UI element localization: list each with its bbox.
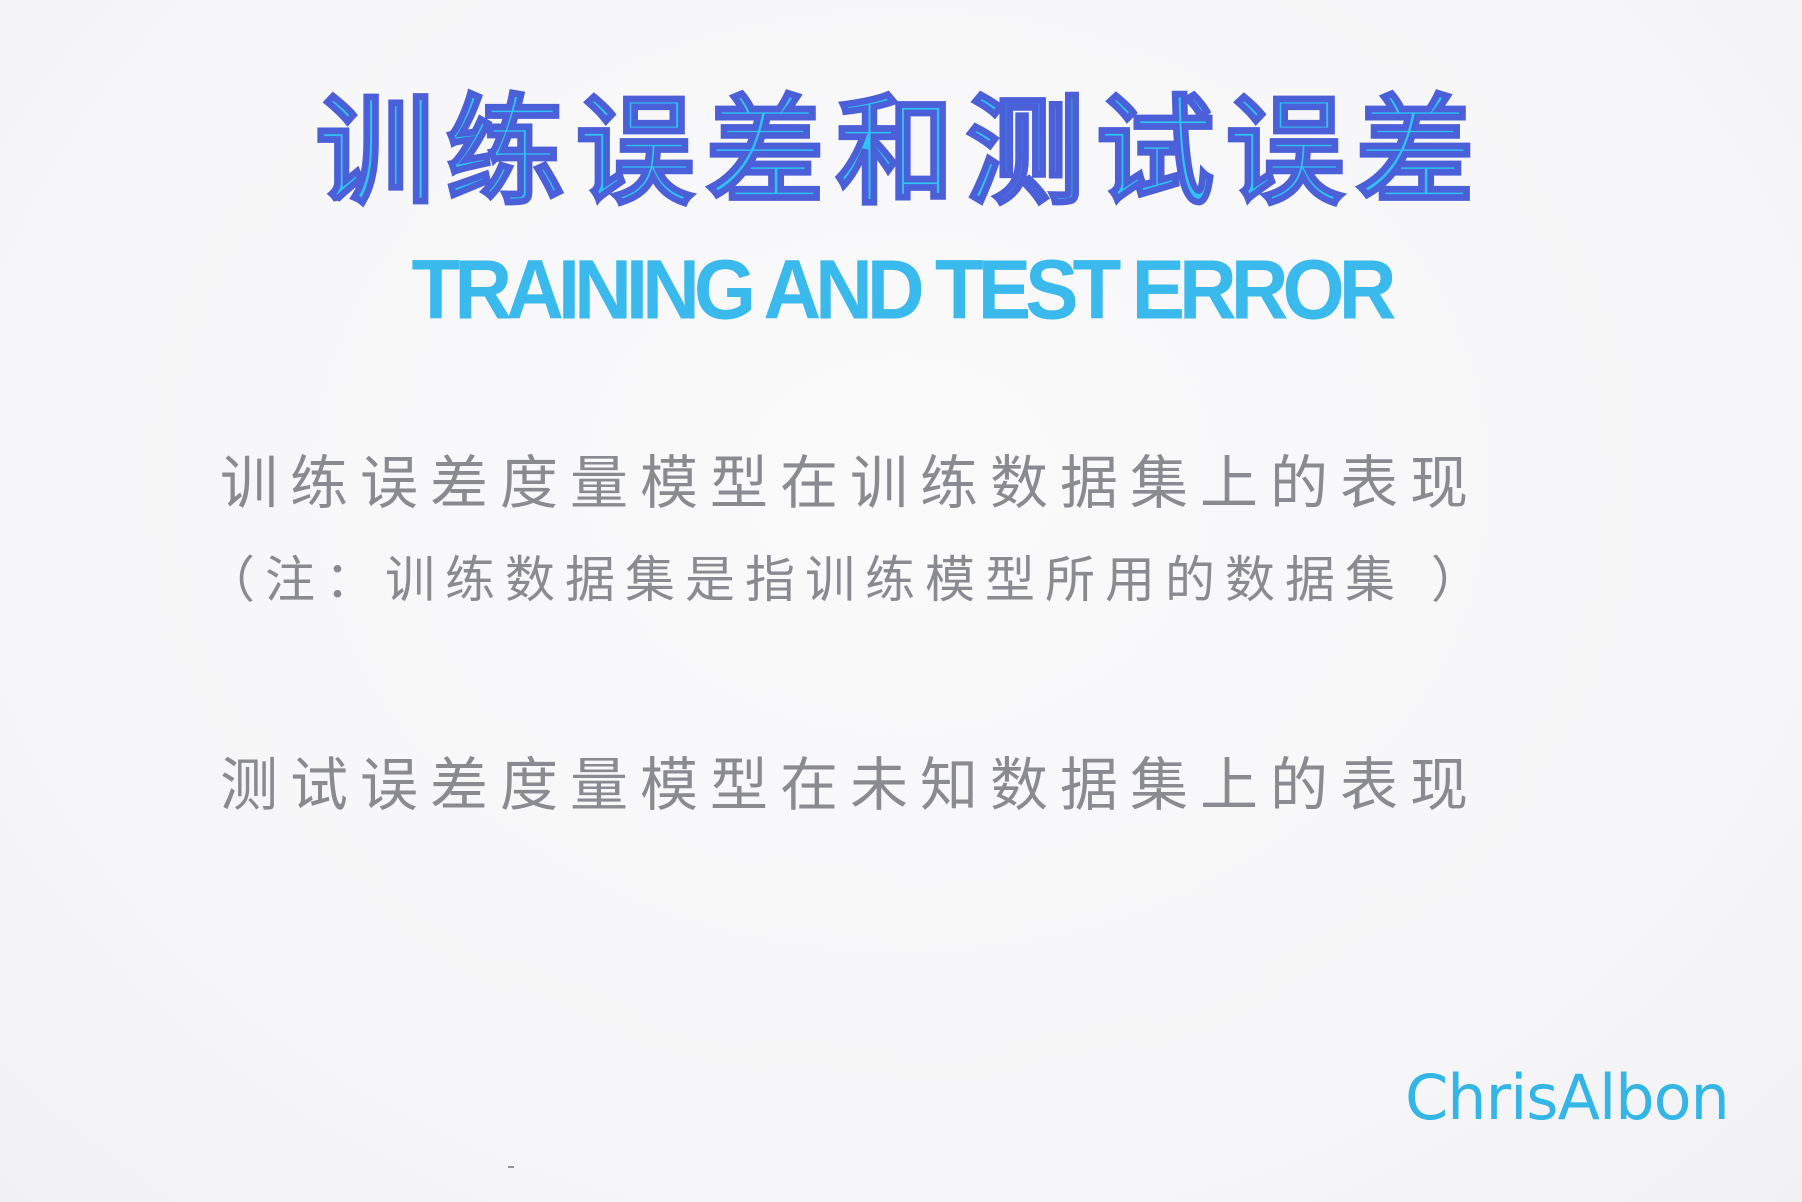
- training-dataset-note: （注：训练数据集是指训练模型所用的数据集 ）: [205, 551, 1491, 609]
- stray-mark: [508, 1166, 514, 1168]
- card-page: 训练误差和测试误差 TRAINING AND TEST ERROR 训练误差度量…: [0, 0, 1802, 1202]
- english-title: TRAINING AND TEST ERROR: [411, 242, 1396, 337]
- test-error-definition: 测试误差度量模型在未知数据集上的表现: [220, 751, 1481, 819]
- author-signature: ChrisAlbon: [1405, 1061, 1730, 1134]
- chinese-title: 训练误差和测试误差: [314, 82, 1486, 223]
- training-error-definition: 训练误差度量模型在训练数据集上的表现: [220, 449, 1481, 517]
